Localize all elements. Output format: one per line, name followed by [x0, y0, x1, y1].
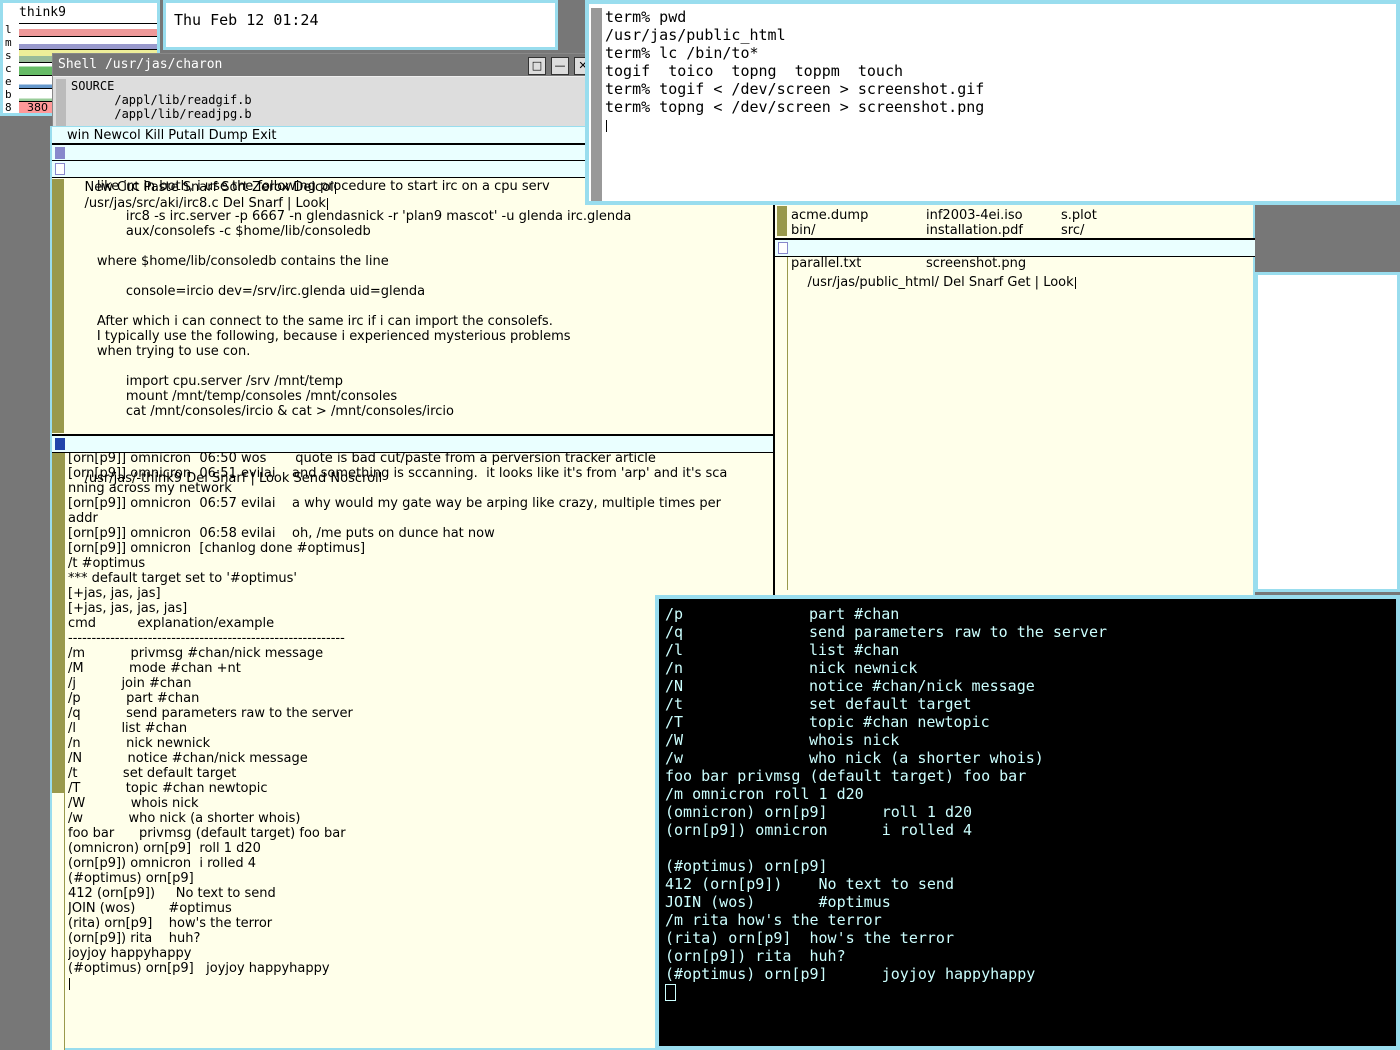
- term1-scrollbar[interactable]: [591, 8, 602, 201]
- win1-line: when trying to use con.: [68, 344, 251, 359]
- term1-line: /usr/jas/public_html: [605, 26, 786, 44]
- win4-handle[interactable]: [778, 242, 788, 254]
- term2-output[interactable]: /p part #chan /q send parameters raw to th…: [665, 605, 1107, 1001]
- win2-handle[interactable]: [55, 438, 65, 450]
- stats-label-bytes: b: [5, 88, 12, 101]
- maximize-icon[interactable]: □: [528, 57, 546, 75]
- term1-line: term% topng < /dev/screen > screenshot.p…: [605, 98, 985, 116]
- win3-row: bin/installation.pdf src/: [791, 223, 1085, 238]
- term2-row: /W whois nick: [665, 731, 900, 749]
- win2-scroll-thumb[interactable]: [52, 453, 64, 793]
- term2-line: (orn[p9]) omnicron i rolled 4: [665, 821, 973, 839]
- stats-label-load: l: [5, 23, 12, 36]
- win2-scrollbar[interactable]: [52, 453, 65, 1050]
- win2-line: [orn[p9]] omnicron 06:58 evilai oh, /me …: [68, 526, 495, 541]
- win1-line: [68, 359, 773, 374]
- win1-line: mount /mnt/temp/consoles /mnt/consoles: [68, 389, 398, 404]
- term2-line: (rita) orn[p9] how's the terror: [665, 929, 954, 947]
- shell-scrollbar[interactable]: [56, 79, 66, 127]
- stats-graph-load: [19, 23, 157, 36]
- stats-label-swap: s: [5, 49, 12, 62]
- stats-title: think9: [19, 5, 66, 20]
- term2-row: /N notice #chan/nick message: [665, 677, 1035, 695]
- clock-window: Thu Feb 12 01:24: [163, 0, 558, 50]
- shell-line: /appl/lib/readgif.b: [71, 93, 252, 107]
- shell-line: SOURCE: [71, 79, 115, 93]
- win2-line: [orn[p9]] omnicron 06:51 evilai and some…: [68, 466, 728, 481]
- win3-scrollbar[interactable]: [777, 206, 787, 236]
- term1-line: term% pwd: [605, 8, 687, 26]
- win2-line: /t #optimus: [68, 556, 146, 571]
- win1-line: cat /mnt/consoles/ircio & cat > /mnt/con…: [68, 404, 454, 419]
- stats-label-ether: e: [5, 75, 12, 88]
- win1-line: [68, 299, 773, 314]
- term2-row: /t set default target: [665, 695, 972, 713]
- stats-label-8: 8: [5, 101, 12, 114]
- term2-line: /m omnicron roll 1 d20: [665, 785, 864, 803]
- win2-line: [orn[p9]] omnicron 06:57 evilai a why wo…: [68, 496, 721, 511]
- win1-line: irc8 -s irc.server -p 6667 -n glendasnic…: [68, 209, 632, 224]
- shell-window[interactable]: Shell /usr/jas/charon □ — ✕ SOURCE /appl…: [52, 53, 597, 129]
- term2-line: (orn[p9]) rita huh?: [665, 947, 846, 965]
- win2-line: [orn[p9]] omnicron [chanlog done #optimu…: [68, 541, 366, 556]
- win4-scrollbar[interactable]: [775, 257, 788, 590]
- win4-body[interactable]: parallel.txt screenshot.png: [791, 256, 1251, 271]
- term2-line: /m rita how's the terror: [665, 911, 882, 929]
- stats-graph-mem: [19, 36, 157, 49]
- term2-line: [665, 839, 1107, 857]
- term2-row: /n nick newnick: [665, 659, 918, 677]
- term2-line: (omnicron) orn[p9] roll 1 d20: [665, 803, 973, 821]
- win1-body[interactable]: like irc in both, i use the following pr…: [68, 179, 773, 419]
- win2-line: *** default target set to '#optimus': [68, 571, 297, 586]
- win1-line: import cpu.server /srv /mnt/temp: [68, 374, 344, 389]
- term2-line: (#optimus) orn[p9] joyjoy happyhappy: [665, 965, 1036, 983]
- win1-line: aux/consolefs -c $home/lib/consoledb: [68, 224, 371, 239]
- clock-text: Thu Feb 12 01:24: [174, 11, 319, 29]
- win3-body[interactable]: acme.dump inf2003-4ei.iso s.plot bin/insta…: [791, 208, 1251, 238]
- term2-row: /p part #chan: [665, 605, 900, 623]
- term-window-top[interactable]: term% pwd /usr/jas/public_html term% lc …: [585, 0, 1400, 205]
- win4-tag-text[interactable]: /usr/jas/public_html/ Del Snarf Get | Lo…: [808, 275, 1074, 290]
- term2-line: 412 (orn[p9]) No text to send: [665, 875, 954, 893]
- term2-row: /w who nick (a shorter whois): [665, 749, 1044, 767]
- term2-cursor[interactable]: [665, 983, 1107, 1001]
- win4-tag[interactable]: /usr/jas/public_html/ Del Snarf Get | Lo…: [775, 238, 1255, 290]
- win1-handle[interactable]: [55, 163, 65, 175]
- win1-line: After which i can connect to the same ir…: [68, 314, 553, 329]
- win2-line: [orn[p9]] omnicron 06:50 wos quote is ba…: [68, 451, 656, 466]
- win1-line: where $home/lib/consoledb contains the l…: [68, 254, 389, 269]
- acme-column-tag-text[interactable]: win Newcol Kill Putall Dump Exit: [67, 128, 277, 143]
- blank-window[interactable]: [1255, 272, 1400, 592]
- term1-line: togif toico topng toppm touch: [605, 62, 904, 80]
- win2-line: addr: [68, 511, 98, 526]
- shell-line: /appl/lib/readjpg.b: [71, 107, 252, 121]
- term2-row: /q send parameters raw to the server: [665, 623, 1108, 641]
- win1-line: [68, 239, 773, 254]
- col1-handle[interactable]: [55, 147, 65, 159]
- term1-cursor[interactable]: [605, 116, 984, 134]
- win1-line: console=ircio dev=/srv/irc.glenda uid=gl…: [68, 284, 426, 299]
- win4-row: parallel.txt screenshot.png: [791, 256, 1027, 271]
- term2-line: (#optimus) orn[p9]: [665, 857, 828, 875]
- term2-row: /l list #chan: [665, 641, 900, 659]
- win3-row: acme.dump inf2003-4ei.iso s.plot: [791, 208, 1097, 223]
- term1-output[interactable]: term% pwd /usr/jas/public_html term% lc …: [605, 8, 984, 134]
- term2-row: /T topic #chan newtopic: [665, 713, 990, 731]
- term-window-bottom[interactable]: /p part #chan /q send parameters raw to th…: [655, 595, 1400, 1050]
- term1-line: term% lc /bin/to*: [605, 44, 759, 62]
- win2-line: nning across my network: [68, 481, 232, 496]
- shell-title[interactable]: Shell /usr/jas/charon: [53, 54, 596, 76]
- term2-line: JOIN (wos) #optimus: [665, 893, 891, 911]
- win1-scrollbar[interactable]: [52, 179, 64, 433]
- win1-line: [68, 269, 773, 284]
- term2-line: foo bar privmsg (default target) foo bar: [665, 767, 1027, 785]
- stats-label-mem: m: [5, 36, 12, 49]
- win1-line: I typically use the following, because i…: [68, 329, 571, 344]
- minimize-icon[interactable]: —: [551, 57, 569, 75]
- term1-line: term% togif < /dev/screen > screenshot.g…: [605, 80, 985, 98]
- shell-output[interactable]: SOURCE /appl/lib/readgif.b /appl/lib/rea…: [53, 77, 596, 128]
- stats-label-cpu: c: [5, 62, 12, 75]
